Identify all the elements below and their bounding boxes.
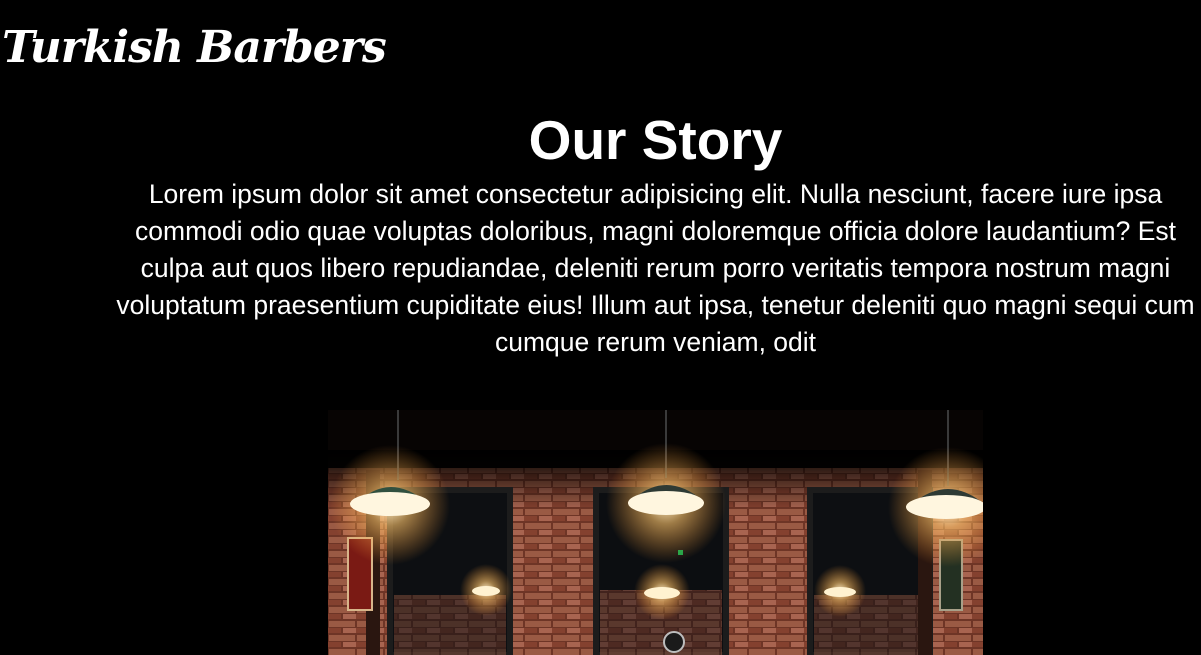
site-logo[interactable]: Turkish Barbers xyxy=(2,18,387,78)
our-story-section: Our Story Lorem ipsum dolor sit amet con… xyxy=(110,108,1201,361)
barbershop-interior-image xyxy=(328,410,983,655)
barbershop-photo xyxy=(328,410,983,655)
story-paragraph: Lorem ipsum dolor sit amet consectetur a… xyxy=(116,179,1195,357)
story-title: Our Story xyxy=(528,109,783,171)
